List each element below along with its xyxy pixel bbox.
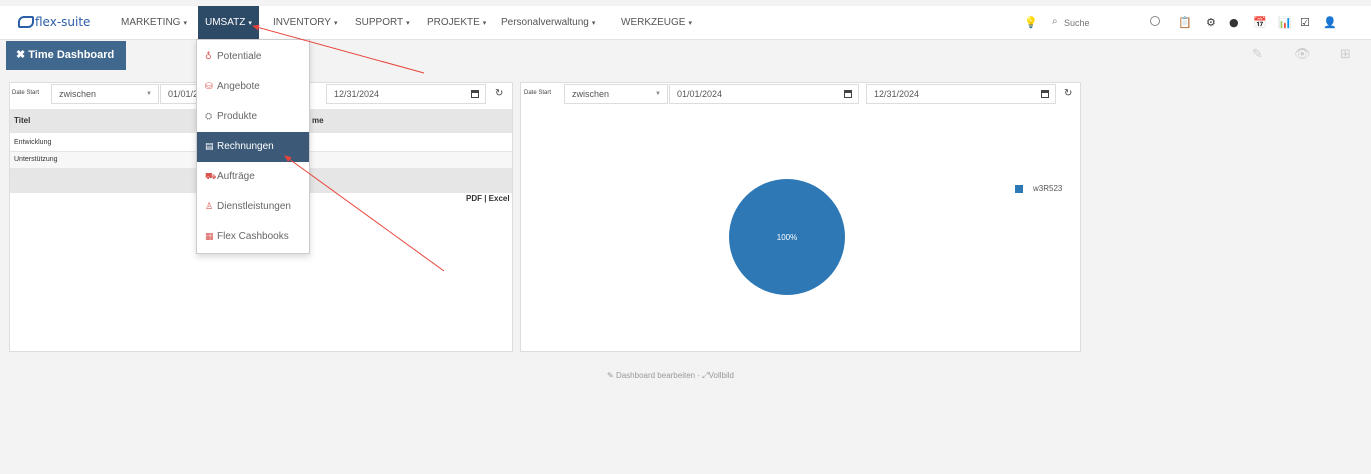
- search-box[interactable]: ⌕: [1044, 12, 1164, 34]
- filter-label: Date Start: [524, 90, 552, 96]
- top-navbar: flex-suite MARKETING ▾ UMSATZ ▾ INVENTORY ▾…: [0, 6, 1371, 40]
- calendar-icon[interactable]: [844, 90, 852, 98]
- date-from-input[interactable]: 01/01/2: [160, 84, 200, 104]
- menu-item-angebote[interactable]: ⛁ Angebote: [197, 72, 309, 102]
- pie-slice-label: 100%: [777, 233, 797, 242]
- operator-select[interactable]: zwischen ▼: [564, 84, 668, 104]
- calendar-icon[interactable]: [471, 90, 479, 98]
- order-icon: ⛟: [205, 172, 217, 182]
- column-titel[interactable]: Titel: [14, 109, 30, 133]
- potential-icon: ♁: [205, 52, 212, 62]
- user-icon[interactable]: 👤: [1323, 17, 1337, 29]
- chevron-down-icon: ▼: [655, 91, 661, 97]
- menu-item-produkte[interactable]: ⛭ Produkte: [197, 102, 309, 132]
- invoice-icon: ▤: [205, 142, 214, 152]
- lightbulb-icon[interactable]: 💡: [1024, 17, 1038, 29]
- offer-icon: ⛁: [205, 82, 213, 92]
- nav-inventory[interactable]: INVENTORY ▾: [266, 6, 345, 39]
- nav-werkzeuge[interactable]: WERKZEUGE ▾: [614, 6, 699, 39]
- brand-logo[interactable]: flex-suite: [18, 15, 90, 29]
- search-icon: ⌕: [1052, 16, 1058, 27]
- calendar-icon[interactable]: 📅: [1253, 17, 1267, 29]
- date-to-input[interactable]: 12/31/2024: [866, 84, 1056, 104]
- dashboard-footer: ✎ Dashboard bearbeiten · ⤢Vollbild: [607, 371, 735, 380]
- calendar-icon[interactable]: [1041, 90, 1049, 98]
- nav-personalverwaltung[interactable]: Personalverwaltung ▾: [494, 6, 602, 39]
- pie-chart: 100%: [729, 179, 845, 295]
- column-name[interactable]: me: [312, 109, 324, 133]
- operator-select[interactable]: zwischen ▼: [51, 84, 159, 104]
- menu-item-potentiale[interactable]: ♁ Potentiale: [197, 42, 309, 72]
- export-links[interactable]: PDF | Excel: [466, 194, 510, 203]
- add-widget-icon[interactable]: ⊞: [1340, 47, 1351, 62]
- nav-marketing[interactable]: MARKETING ▾: [114, 6, 194, 39]
- time-dashboard-button[interactable]: ✖ Time Dashboard: [6, 41, 126, 70]
- legend-swatch: [1015, 185, 1023, 193]
- date-to-input[interactable]: 12/31/2024: [326, 84, 486, 104]
- nav-umsatz[interactable]: UMSATZ ▾: [198, 6, 259, 39]
- checkbox-icon[interactable]: ☑: [1300, 17, 1310, 29]
- umsatz-dropdown: ♁ Potentiale ⛁ Angebote ⛭ Produkte ▤ Rechnun…: [196, 39, 310, 254]
- menu-item-auftraege[interactable]: ⛟Aufträge: [197, 162, 309, 192]
- fullscreen-link[interactable]: ⤢Vollbild: [702, 371, 734, 380]
- product-icon: ⛭: [205, 112, 213, 122]
- filter-label: Date Start: [12, 90, 40, 96]
- chart-icon[interactable]: 📊: [1278, 17, 1292, 29]
- cashbook-icon: ▦: [205, 232, 214, 242]
- search-input[interactable]: [1044, 12, 1144, 34]
- help-icon[interactable]: ●: [1229, 17, 1239, 29]
- service-icon: ♙: [205, 202, 214, 212]
- refresh-icon[interactable]: ↻: [495, 88, 503, 99]
- chevron-down-icon: ▼: [146, 91, 152, 97]
- close-icon[interactable]: ✖: [16, 49, 25, 61]
- clear-icon[interactable]: [1150, 16, 1160, 26]
- legend-label[interactable]: w3R523: [1033, 184, 1062, 193]
- nav-projekte[interactable]: PROJEKTE ▾: [420, 6, 493, 39]
- nav-support[interactable]: SUPPORT ▾: [348, 6, 417, 39]
- edit-dashboard-link[interactable]: ✎ Dashboard bearbeiten: [607, 371, 695, 380]
- edit-pencil-icon[interactable]: ✎: [1252, 47, 1263, 62]
- refresh-icon[interactable]: ↻: [1064, 88, 1072, 99]
- menu-item-flex-cashbooks[interactable]: ▦ Flex Cashbooks: [197, 222, 309, 252]
- gear-icon[interactable]: ⚙: [1206, 17, 1216, 29]
- eye-icon[interactable]: 👁: [1294, 47, 1311, 62]
- date-from-input[interactable]: 01/01/2024: [669, 84, 859, 104]
- menu-item-dienstleistungen[interactable]: ♙ Dienstleistungen: [197, 192, 309, 222]
- menu-item-rechnungen[interactable]: ▤ Rechnungen: [197, 132, 309, 162]
- clipboard-icon[interactable]: 📋: [1178, 17, 1192, 29]
